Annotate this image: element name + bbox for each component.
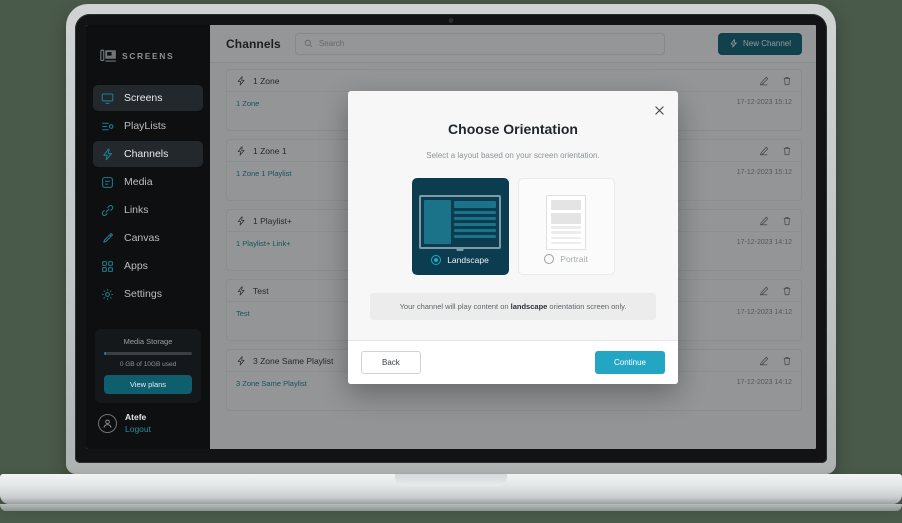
- laptop-notch: [395, 474, 507, 486]
- storage-used-text: 0 GB of 10GB used: [119, 361, 177, 369]
- sidebar-nav: Screens PlayLists Channels Media Links C…: [86, 85, 210, 307]
- sidebar-item-playlists[interactable]: PlayLists: [93, 113, 203, 139]
- logout-link[interactable]: Logout: [125, 424, 151, 435]
- sidebar-item-media[interactable]: Media: [93, 169, 203, 195]
- sidebar-item-label: PlayLists: [124, 120, 167, 132]
- landscape-preview: [419, 189, 501, 255]
- modal-body: Choose Orientation Select a layout based…: [348, 91, 678, 340]
- note-prefix: Your channel will play content on: [399, 302, 511, 311]
- monitor-stand: [456, 248, 464, 251]
- storage-progress-fill: [104, 352, 106, 356]
- sidebar-item-label: Media: [124, 176, 153, 188]
- modal-title: Choose Orientation: [448, 121, 578, 137]
- radio-landscape[interactable]: [431, 255, 442, 265]
- laptop-foot: [0, 504, 902, 511]
- sidebar-item-label: Settings: [124, 288, 162, 300]
- sidebar-item-links[interactable]: Links: [93, 197, 203, 223]
- sidebar-item-label: Links: [124, 204, 149, 216]
- media-storage-card: Media Storage 0 GB of 10GB used View pla…: [95, 329, 201, 404]
- orientation-option-landscape[interactable]: Landscape: [411, 178, 509, 275]
- portrait-page-icon: [546, 194, 586, 250]
- portrait-preview: [546, 190, 586, 254]
- radio-portrait[interactable]: [544, 254, 555, 264]
- storage-progress-bar: [104, 352, 192, 356]
- landscape-zone-right: [454, 200, 496, 244]
- bolt-icon: [101, 148, 114, 161]
- gear-icon: [101, 288, 114, 301]
- avatar: [98, 414, 117, 434]
- storage-title: Media Storage: [123, 337, 173, 347]
- playlist-icon: [101, 120, 114, 133]
- screen-viewport: SCREENS Screens PlayLists Channels Media…: [86, 25, 816, 449]
- monitor-icon: [101, 92, 114, 105]
- note-suffix: orientation screen only.: [547, 302, 627, 311]
- sidebar-item-screens[interactable]: Screens: [93, 85, 203, 111]
- laptop-bezel: SCREENS Screens PlayLists Channels Media…: [75, 14, 827, 463]
- choose-orientation-modal: Choose Orientation Select a layout based…: [348, 91, 678, 384]
- user-account-row: Atefe Logout: [86, 412, 210, 449]
- orientation-note: Your channel will play content on landsc…: [370, 293, 656, 320]
- orientation-label: Landscape: [447, 255, 489, 265]
- close-icon[interactable]: [653, 104, 666, 117]
- logo-text: SCREENS: [122, 51, 175, 61]
- laptop-frame: SCREENS Screens PlayLists Channels Media…: [66, 4, 836, 474]
- orientation-option-portrait[interactable]: Portrait: [517, 178, 615, 275]
- sidebar-item-label: Apps: [124, 260, 148, 272]
- sidebar-item-channels[interactable]: Channels: [93, 141, 203, 167]
- back-button[interactable]: Back: [361, 351, 421, 374]
- modal-subtitle: Select a layout based on your screen ori…: [426, 151, 600, 160]
- media-icon: [101, 176, 114, 189]
- note-bold: landscape: [510, 302, 548, 311]
- continue-button[interactable]: Continue: [594, 351, 665, 374]
- landscape-zone-left: [424, 200, 452, 244]
- webcam-icon: [448, 18, 454, 23]
- sidebar: SCREENS Screens PlayLists Channels Media…: [86, 25, 210, 449]
- portrait-label-row: Portrait: [544, 254, 588, 274]
- link-icon: [101, 204, 114, 217]
- grid-icon: [101, 260, 114, 273]
- sidebar-item-canvas[interactable]: Canvas: [93, 225, 203, 251]
- modal-footer: Back Continue: [348, 340, 678, 384]
- main-content: Channels New Channel 1 Zone1 Zo: [210, 25, 816, 449]
- screens-logo-icon: [100, 49, 117, 64]
- app-logo: SCREENS: [86, 25, 210, 69]
- sidebar-item-apps[interactable]: Apps: [93, 253, 203, 279]
- sidebar-item-label: Screens: [124, 92, 163, 104]
- user-name: Atefe: [125, 412, 147, 423]
- landscape-monitor-icon: [419, 195, 501, 251]
- sidebar-item-settings[interactable]: Settings: [93, 281, 203, 307]
- view-plans-button[interactable]: View plans: [104, 375, 192, 395]
- orientation-options: Landscape Portrait: [370, 178, 656, 275]
- brush-icon: [101, 232, 114, 245]
- laptop-base: [0, 474, 902, 504]
- sidebar-item-label: Canvas: [124, 232, 160, 244]
- landscape-label-row: Landscape: [431, 255, 489, 275]
- orientation-label: Portrait: [560, 254, 588, 264]
- sidebar-item-label: Channels: [124, 148, 169, 160]
